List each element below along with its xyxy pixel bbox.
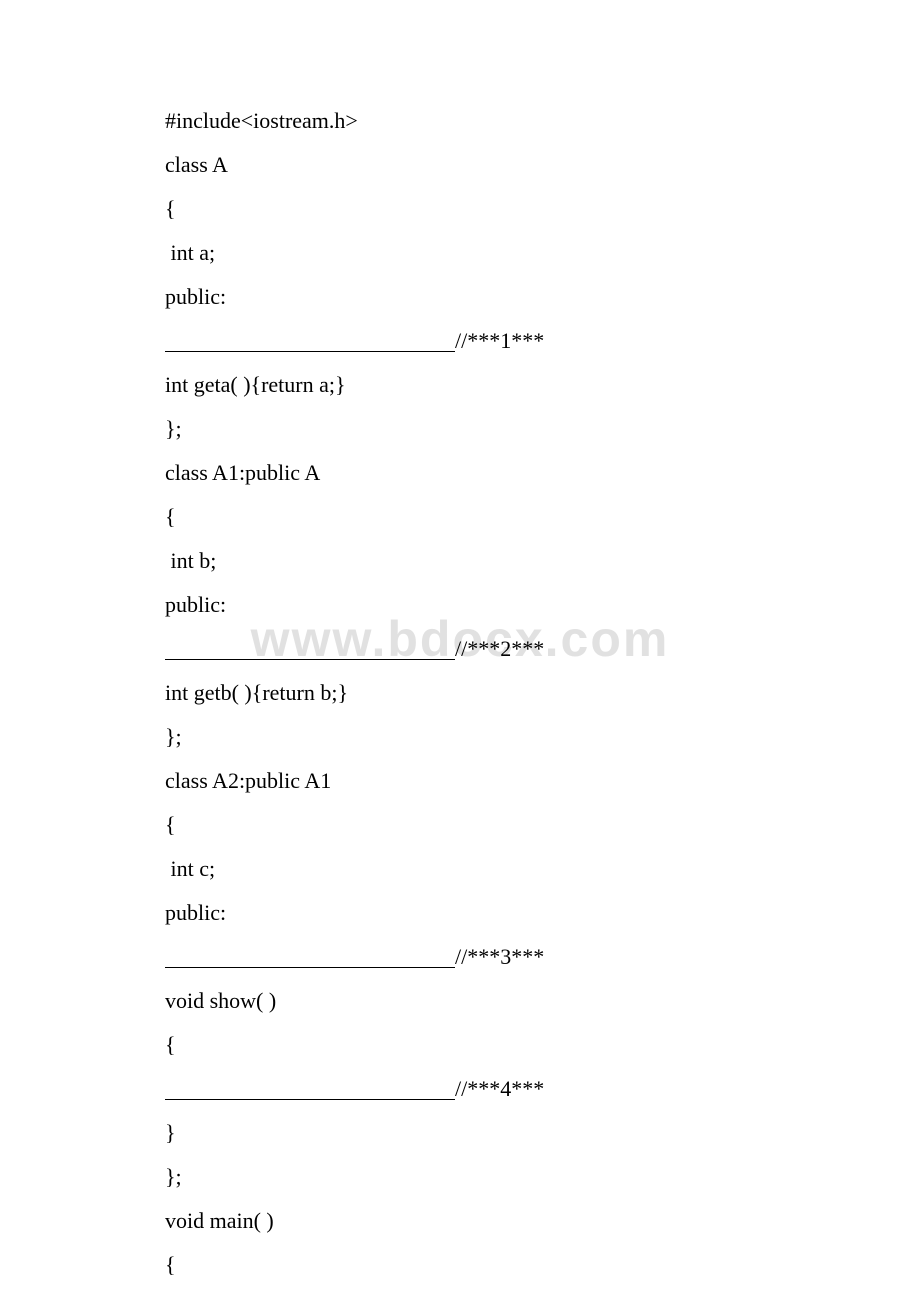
code-line: class A xyxy=(165,154,755,176)
fill-in-blank xyxy=(165,1078,455,1100)
code-line: void main( ) xyxy=(165,1210,755,1232)
fill-in-blank xyxy=(165,330,455,352)
code-line-blank: //***1*** xyxy=(165,330,755,352)
code-line: }; xyxy=(165,726,755,748)
code-line: void show( ) xyxy=(165,990,755,1012)
code-line: int getb( ){return b;} xyxy=(165,682,755,704)
code-line: } xyxy=(165,1122,755,1144)
code-line: #include<iostream.h> xyxy=(165,110,755,132)
code-line: public: xyxy=(165,286,755,308)
code-comment: //***2*** xyxy=(455,636,544,661)
code-line: int c; xyxy=(165,858,755,880)
code-line: public: xyxy=(165,902,755,924)
code-line: int geta( ){return a;} xyxy=(165,374,755,396)
code-line: { xyxy=(165,1034,755,1056)
code-line: int a; xyxy=(165,242,755,264)
code-content: #include<iostream.h> class A { int a; pu… xyxy=(165,110,755,1276)
code-line: public: xyxy=(165,594,755,616)
code-line: { xyxy=(165,506,755,528)
code-comment: //***3*** xyxy=(455,944,544,969)
code-line-blank: //***2*** xyxy=(165,638,755,660)
code-line-blank: //***3*** xyxy=(165,946,755,968)
fill-in-blank xyxy=(165,946,455,968)
code-line: class A1:public A xyxy=(165,462,755,484)
code-line: }; xyxy=(165,418,755,440)
code-line: { xyxy=(165,1254,755,1276)
code-line: { xyxy=(165,198,755,220)
code-line: int b; xyxy=(165,550,755,572)
code-line: }; xyxy=(165,1166,755,1188)
fill-in-blank xyxy=(165,638,455,660)
code-line-blank: //***4*** xyxy=(165,1078,755,1100)
code-line: { xyxy=(165,814,755,836)
code-comment: //***4*** xyxy=(455,1076,544,1101)
code-comment: //***1*** xyxy=(455,328,544,353)
code-line: class A2:public A1 xyxy=(165,770,755,792)
